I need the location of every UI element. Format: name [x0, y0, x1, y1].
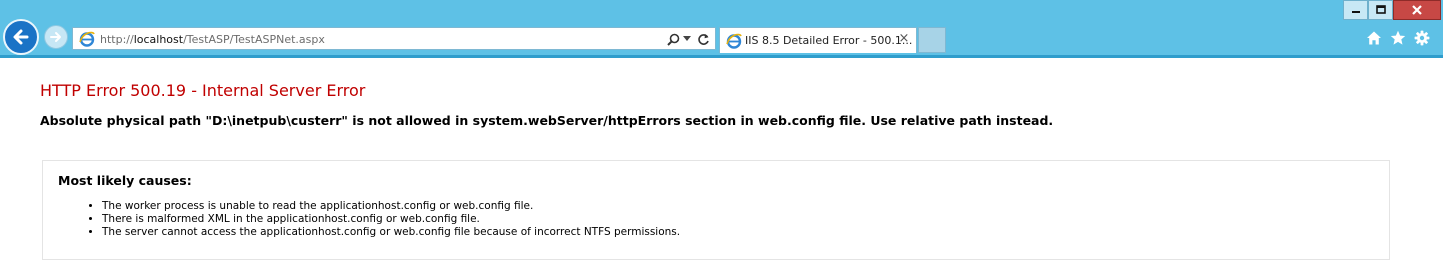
close-icon — [1412, 5, 1422, 15]
tab-iis-error[interactable]: IIS 8.5 Detailed Error - 500.1... × — [719, 27, 917, 53]
refresh-icon — [697, 33, 709, 45]
ie-page-icon — [726, 33, 742, 49]
chevron-down-icon — [683, 36, 691, 41]
url-host: localhost — [133, 33, 184, 46]
list-item: There is malformed XML in the applicatio… — [102, 213, 680, 226]
maximize-button[interactable] — [1368, 0, 1393, 20]
search-icon — [666, 33, 679, 46]
gear-icon — [1414, 30, 1430, 46]
browser-chrome: http://localhost/TestASP/TestASPNet.aspx — [0, 0, 1443, 58]
minimize-button[interactable] — [1343, 0, 1368, 20]
url-prefix: http:// — [100, 33, 134, 46]
address-dropdown-button[interactable] — [682, 29, 692, 49]
minimize-icon — [1351, 11, 1360, 13]
tools-button[interactable] — [1413, 29, 1431, 47]
arrow-left-icon — [13, 29, 29, 45]
error-description: Absolute physical path "D:\inetpub\custe… — [40, 113, 1054, 128]
page-content: HTTP Error 500.19 - Internal Server Erro… — [0, 58, 1443, 268]
list-item: The worker process is unable to read the… — [102, 200, 680, 213]
tab-close-button[interactable]: × — [897, 31, 911, 47]
causes-list: The worker process is unable to read the… — [102, 200, 680, 239]
window-close-button[interactable] — [1393, 0, 1441, 20]
search-button[interactable] — [665, 29, 681, 49]
url-text[interactable]: http://localhost/TestASP/TestASPNet.aspx — [100, 31, 325, 48]
error-title: HTTP Error 500.19 - Internal Server Erro… — [40, 81, 366, 100]
favorites-button[interactable] — [1389, 29, 1407, 47]
arrow-right-icon — [50, 32, 61, 42]
list-item: The server cannot access the application… — [102, 226, 680, 239]
back-button[interactable] — [3, 19, 39, 55]
most-likely-causes-panel: Most likely causes: The worker process i… — [42, 160, 1390, 260]
refresh-button[interactable] — [695, 29, 711, 49]
home-button[interactable] — [1365, 29, 1383, 47]
causes-heading: Most likely causes: — [58, 173, 192, 188]
home-icon — [1367, 31, 1381, 45]
address-bar[interactable]: http://localhost/TestASP/TestASPNet.aspx — [72, 27, 716, 50]
tab-title: IIS 8.5 Detailed Error - 500.1... — [745, 34, 913, 47]
star-icon — [1390, 30, 1406, 45]
ie-page-icon — [79, 31, 95, 47]
url-path: /TestASP/TestASPNet.aspx — [183, 33, 325, 46]
maximize-icon — [1375, 5, 1386, 14]
new-tab-button[interactable] — [918, 27, 946, 53]
forward-button[interactable] — [44, 25, 68, 49]
